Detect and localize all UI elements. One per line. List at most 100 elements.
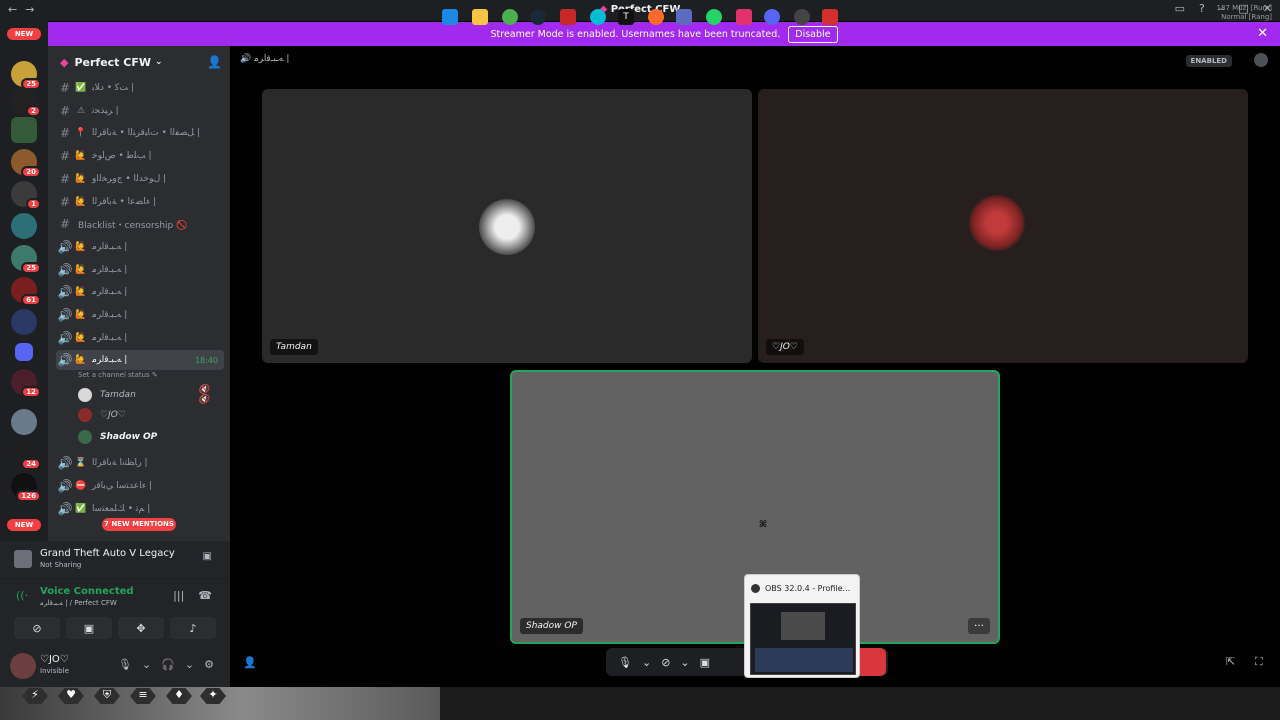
camera-off-icon[interactable]: ⊘ [661,656,670,669]
text-channel[interactable]: # 🙋 ﺐﻠﻃ • ﺹﺍﻮﺧ | [56,146,224,166]
mic-icon[interactable]: 🎙 [618,656,632,669]
obs-icon[interactable] [794,9,810,25]
teams-icon[interactable] [676,9,692,25]
discord-icon[interactable] [764,9,780,25]
chevron-down-icon[interactable]: ⌄ [642,656,651,669]
chat-icon[interactable] [1254,53,1268,67]
new-mentions-pill[interactable]: 7 NEW MENTIONS [102,518,176,531]
disconnect-icon[interactable]: ☎ [198,589,212,602]
server-icon[interactable]: 126 [11,473,41,502]
opera-icon[interactable] [648,9,664,25]
text-channel[interactable]: # Blacklist・censorship 🚫 [56,214,224,234]
server-icon[interactable]: 2 [11,88,41,117]
camera-off-button[interactable]: ⊘ [14,617,60,639]
server-header[interactable]: ◆ Perfect CFW ⌄ 👤 [48,46,230,78]
voice-member[interactable]: Shadow OP [78,428,157,446]
participant-tile[interactable]: Tamdan [262,89,752,363]
member-name: ♡JO♡ [100,410,126,420]
chrome-icon[interactable] [502,9,518,25]
server-icon[interactable] [11,213,37,239]
rockstar-icon[interactable] [560,9,576,25]
steam-icon[interactable] [530,9,546,25]
speaker-icon: 🔊 [57,239,73,254]
voice-channel-path[interactable]: ﻪـﺒـﻗﺍﺮﻣ | / Perfect CFW [40,599,117,607]
new-pill-bottom[interactable]: NEW [7,519,41,531]
server-icon[interactable]: 20 [11,149,41,178]
noise-suppression-icon[interactable]: ||| [173,589,184,602]
obs-window-title: OBS 32.0.4 - Profile... [765,584,851,593]
text-channel[interactable]: # 🙋 ﺀﺎﻀﻋﺍ • ﺔﺑﺎﻗﺮﻟﺍ | [56,192,224,212]
tiktok-icon[interactable]: T [618,9,634,25]
voice-channel[interactable]: 🔊 ⛔ ﺀﺎﻋﺪﺘﺳﺍ ﻲﺑﺎﻗﺭ | [56,476,224,496]
server-icon[interactable] [11,117,37,143]
channel-emoji: 🙋 [75,151,87,162]
server-icon[interactable]: 25 [11,61,41,90]
invite-icon[interactable]: 👤 [243,656,257,669]
settings-gear-icon[interactable]: ⚙ [204,658,214,671]
participant-name: ♡JO♡ [766,339,804,355]
screen-share-icon[interactable]: ▣ [700,656,710,669]
voice-channel[interactable]: 🔊 🙋 ﻪـﺒـﻗﺍﺮﻣ | [56,260,224,280]
text-channel[interactable]: # 📍 ﻞﺼﻔﻟﺍ • ﺕﺎﻴﻗﺮﺘﻟﺍ • ﺔﺑﺎﻗﺮﻟﺍ | [56,123,224,143]
system-tray[interactable]: 187 Muz, [Rum] Normal [Rang] [1217,4,1272,22]
voice-channel[interactable]: 🔊 🙋 ﻪـﺒـﻗﺍﺮﻣ | [56,237,224,257]
voice-channel[interactable]: 🔊 ⌛ ﺭﺎﻈﺘﻧﺍ ﺔﺑﺎﻗﺮﻟﺍ | [56,453,224,473]
username[interactable]: ♡JO♡ [40,654,69,665]
voice-channel[interactable]: 🔊 🙋 ﻪـﺒـﻗﺍﺮﻣ | [56,305,224,325]
help-icon[interactable]: ? [1199,2,1205,15]
chevron-down-icon[interactable]: ⌄ [680,656,689,669]
signal-icon[interactable]: ((· [16,589,28,602]
more-options-icon[interactable]: … [968,618,990,634]
speaker-icon: 🔊 [57,308,73,322]
voice-channel[interactable]: 🔊 🙋 ﻪـﺒـﻗﺍﺮﻣ | 18:40 [56,350,224,371]
mic-icon[interactable]: 🎙 [118,658,132,671]
hash-icon: # [59,81,71,95]
chevron-down-icon[interactable]: ⌄ [185,658,194,671]
folder-icon[interactable] [15,343,33,361]
chevron-down-icon[interactable]: ⌄ [142,658,151,671]
edge-icon[interactable] [590,9,606,25]
obs-taskbar-preview[interactable]: OBS 32.0.4 - Profile... [744,574,860,678]
text-channel[interactable]: # 🙋 ﻝﻮﺧﺪﻟﺍ • ﺝﻭﺮﺨﻟﺍﻭ | [56,169,224,189]
voice-connected-title[interactable]: Voice Connected [40,586,134,597]
voice-channel[interactable]: 🔊 🙋 ﻪـﺒـﻗﺍﺮﻣ | [56,328,224,348]
windows-start-icon[interactable] [442,9,458,25]
server-icon[interactable]: 24 [11,441,41,470]
voice-member[interactable]: Tamdan 🔇 🔇 [78,385,209,405]
acrobat-icon[interactable] [822,9,838,25]
speaker-icon: 🔊 [57,262,73,277]
voice-channel[interactable]: 🔊 🙋 ﻪـﺒـﻗﺍﺮﻣ | [56,282,224,302]
activities-button[interactable]: ✥ [118,617,164,639]
new-pill-top[interactable]: NEW [7,28,41,40]
server-icon[interactable]: 12 [11,369,41,398]
soundboard-button[interactable]: ♪ [170,617,216,639]
whatsapp-icon[interactable] [706,9,722,25]
voice-member[interactable]: ♡JO♡ [78,406,126,424]
share-screen-icon[interactable]: ▣ [203,551,212,562]
instagram-icon[interactable] [736,9,752,25]
hang-up-button[interactable] [856,648,886,676]
voice-channel[interactable]: 🔊 ✅ ﻢﺗ • ﻚﻠﻤﻌﺘﺳﺍ | [56,499,224,519]
server-badge-icon: ◆ [60,55,69,69]
popout-icon[interactable]: ⇱ [1226,655,1235,668]
screen-share-button[interactable]: ▣ [66,617,112,639]
server-icon[interactable]: 25 [11,245,41,274]
text-channel[interactable]: # ✅ ﺖﻛ • ﺩﻼﺑ | [56,78,224,98]
file-explorer-icon[interactable] [472,9,488,25]
participant-tile[interactable]: ♡JO♡ [758,89,1248,363]
invite-icon[interactable]: 👤 [207,55,222,69]
server-icon[interactable]: 61 [11,277,41,306]
speaker-icon: 🔊 [57,353,73,368]
fullscreen-icon[interactable]: ⛶ [1255,655,1263,669]
server-icon[interactable]: 1 [11,181,41,210]
text-channel[interactable]: # ⚠ ﺮﻴﺬﺤﺗ | [56,101,224,121]
server-icon[interactable] [11,409,37,435]
disable-button[interactable]: Disable [788,25,838,43]
channel-status[interactable]: Set a channel status ✎ [78,371,158,379]
obs-preview-thumbnail[interactable] [750,603,856,675]
inbox-icon[interactable]: ▭ [1175,2,1185,15]
headset-icon[interactable]: 🎧 [161,658,175,671]
close-banner-icon[interactable]: ✕ [1257,26,1268,41]
avatar[interactable] [10,653,36,679]
server-icon[interactable] [11,309,37,335]
